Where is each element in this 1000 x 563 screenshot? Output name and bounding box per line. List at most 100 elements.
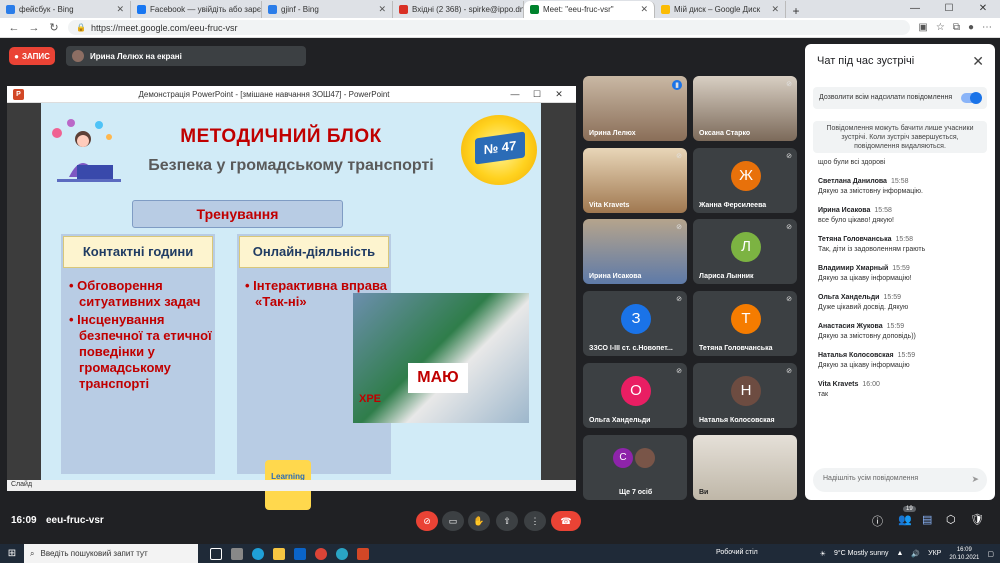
back-icon[interactable]: ← bbox=[8, 22, 20, 34]
participant-tile[interactable]: ⊘ О Ольга Хандельди bbox=[583, 363, 687, 428]
taskbar-clock[interactable]: 16:09 20.10.2021 bbox=[949, 546, 979, 562]
slide-subtitle: Безпека у громадському транспорті bbox=[148, 157, 434, 174]
participant-tile[interactable]: ⊘ Т Тетяна Головчанська bbox=[693, 291, 797, 356]
window-controls: — ☐ ✕ bbox=[898, 0, 1000, 18]
minimize-icon[interactable]: — bbox=[898, 0, 932, 18]
maximize-icon[interactable]: ☐ bbox=[526, 89, 548, 100]
recording-badge[interactable]: ● ЗАПИС bbox=[9, 47, 55, 65]
network-icon[interactable]: ▲ bbox=[896, 550, 903, 557]
mic-off-button[interactable]: ⊘ bbox=[416, 511, 438, 531]
close-window-icon[interactable]: ✕ bbox=[966, 0, 1000, 18]
chrome-icon[interactable] bbox=[315, 547, 327, 560]
allow-messages-toggle[interactable] bbox=[961, 92, 982, 104]
forward-icon[interactable]: → bbox=[28, 22, 40, 34]
more-options-button[interactable]: ⋮ bbox=[524, 511, 546, 531]
widgets-icon[interactable] bbox=[231, 547, 243, 560]
notifications-icon[interactable]: ▢ bbox=[987, 550, 994, 558]
participant-tile[interactable]: ⊘ Оксана Старко bbox=[693, 76, 797, 141]
close-tab-icon[interactable]: ✕ bbox=[771, 4, 779, 15]
close-icon[interactable]: ✕ bbox=[548, 89, 570, 100]
participant-tile[interactable]: ⊘ Н Наталья Колосовская bbox=[693, 363, 797, 428]
participant-count-badge: 19 bbox=[903, 506, 916, 512]
chat-message: Анастасия Жукова 15:59 Дякую за змістовну … bbox=[818, 323, 916, 340]
avatar: Ж bbox=[731, 161, 761, 191]
camera-button[interactable]: ▭ bbox=[442, 511, 464, 531]
reload-icon[interactable]: ↻ bbox=[48, 21, 60, 34]
slide-area: МЕТОДИЧНИЙ БЛОК Безпека у громадському т… bbox=[7, 103, 576, 510]
tab-bing-gjinf[interactable]: gjinf - Bing ✕ bbox=[262, 1, 393, 18]
chat-icon[interactable]: ▤ bbox=[922, 513, 932, 526]
powerpoint-icon: P bbox=[13, 88, 24, 100]
meeting-time: 16:09 bbox=[11, 515, 37, 526]
avatar: О bbox=[621, 376, 651, 406]
info-icon[interactable]: ⓘ bbox=[872, 513, 883, 529]
activities-icon[interactable]: ⬡ bbox=[946, 513, 956, 526]
powerpoint-taskbar-icon[interactable] bbox=[357, 547, 369, 560]
participant-tile[interactable]: ⊘ З ЗЗСО І-ІІІ ст. с.Новопет... bbox=[583, 291, 687, 356]
woman-with-laptop-illustration bbox=[52, 119, 121, 182]
allow-messages-setting: Дозволити всім надсилати повідомлення bbox=[813, 87, 987, 109]
chat-message: Тетяна Головчанська 15:58 Так, діти із зад… bbox=[818, 236, 926, 253]
people-icon[interactable]: 👥 bbox=[898, 513, 912, 526]
slide-title: МЕТОДИЧНИЙ БЛОК bbox=[180, 126, 382, 147]
participant-tile[interactable]: ⊘ Ирина Исакова bbox=[583, 219, 687, 284]
host-controls-icon[interactable]: 🛡 bbox=[970, 513, 984, 526]
presenter-banner: Ирина Лелюх на екрані bbox=[66, 46, 306, 66]
chat-message: Светлана Данилова 15:58 Дякую за змістовну… bbox=[818, 178, 923, 195]
desktop-label[interactable]: Робочий стіл bbox=[716, 549, 758, 556]
favorite-star-icon[interactable]: ☆ bbox=[936, 22, 945, 33]
camera-icon[interactable]: ▣ bbox=[918, 22, 927, 33]
participant-tile[interactable]: ▮ Ирина Лелюх bbox=[583, 76, 687, 141]
tab-bing-facebook[interactable]: фейсбук - Bing ✕ bbox=[0, 1, 131, 18]
record-dot-icon: ● bbox=[14, 51, 19, 61]
edge-active-icon[interactable] bbox=[336, 547, 348, 560]
url-field[interactable]: 🔒 https://meet.google.com/eeu-fruc-vsr bbox=[68, 20, 911, 35]
windows-start-icon[interactable]: ⊞ bbox=[0, 548, 24, 559]
present-button[interactable]: ⇧ bbox=[496, 511, 518, 531]
edge-icon[interactable] bbox=[252, 547, 264, 560]
new-tab-button[interactable]: + bbox=[786, 4, 806, 18]
maximize-icon[interactable]: ☐ bbox=[932, 0, 966, 18]
slide: МЕТОДИЧНИЙ БЛОК Безпека у громадському т… bbox=[41, 103, 541, 510]
close-tab-icon[interactable]: ✕ bbox=[116, 4, 124, 15]
tab-facebook[interactable]: Facebook — увійдіть або зарєє✕ bbox=[131, 1, 262, 18]
send-icon[interactable]: ➤ bbox=[971, 474, 979, 485]
profile-icon[interactable]: ● bbox=[968, 22, 974, 33]
close-icon[interactable]: ✕ bbox=[972, 53, 984, 70]
volume-icon[interactable]: 🔊 bbox=[911, 550, 920, 558]
chat-message: Vita Kravets 16:00 так bbox=[818, 381, 880, 398]
search-icon: ⌕ bbox=[30, 548, 35, 558]
chat-message: Владимир Хмарный 15:59 Дякую за цікаву інф… bbox=[818, 265, 912, 282]
self-view-tile[interactable]: Ви bbox=[693, 435, 797, 500]
tab-meet[interactable]: Meet: "eeu-fruc-vsr" ✕ bbox=[524, 1, 655, 18]
tab-gmail[interactable]: Вхідні (2 368) - spirke@ippo.dn✕ bbox=[393, 1, 524, 18]
taskbar-search[interactable]: ⌕ Введіть пошуковий запит тут bbox=[24, 544, 198, 563]
collections-icon[interactable]: ⧉ bbox=[953, 22, 960, 33]
windows-taskbar: ⊞ ⌕ Введіть пошуковий запит тут Робочий … bbox=[0, 544, 1000, 563]
participant-tile[interactable]: ⊘ Ж Жанна Ферсилеева bbox=[693, 148, 797, 213]
close-tab-icon[interactable]: ✕ bbox=[378, 4, 386, 15]
ppt-status-bar: Слайд bbox=[7, 480, 576, 491]
task-view-icon[interactable] bbox=[210, 547, 222, 560]
participant-tile[interactable]: ⊘ Vita Kravets bbox=[583, 148, 687, 213]
avatar: Л bbox=[731, 232, 761, 262]
meet-icon bbox=[530, 5, 539, 14]
tab-google-drive[interactable]: Мій диск – Google Диск ✕ bbox=[655, 1, 786, 18]
keyboard-language[interactable]: УКР bbox=[928, 550, 941, 557]
system-tray: ☀ 9°C Mostly sunny ▲ 🔊 УКР 16:09 20.10.2… bbox=[819, 546, 994, 562]
file-explorer-icon[interactable] bbox=[273, 547, 285, 560]
mail-icon[interactable] bbox=[294, 547, 306, 560]
bing-icon bbox=[268, 5, 277, 14]
minimize-icon[interactable]: — bbox=[504, 89, 526, 99]
raise-hand-button[interactable]: ✋ bbox=[468, 511, 490, 531]
more-participants-tile[interactable]: С Ще 7 осіб bbox=[583, 435, 687, 500]
speaking-icon: ▮ bbox=[672, 80, 682, 90]
avatar: З bbox=[621, 304, 651, 334]
more-icon[interactable]: ⋯ bbox=[982, 22, 992, 33]
participant-tile[interactable]: ⊘ Л Лариса Лынник bbox=[693, 219, 797, 284]
close-tab-icon[interactable]: ✕ bbox=[640, 4, 648, 15]
end-call-button[interactable]: ☎ bbox=[551, 511, 581, 531]
chat-title: Чат під час зустрічі bbox=[817, 55, 915, 67]
contact-hours-list: • Обговорення ситуативних задач • Інсцен… bbox=[69, 278, 213, 394]
chat-input[interactable]: Надішліть усім повідомлення ➤ bbox=[813, 468, 987, 492]
